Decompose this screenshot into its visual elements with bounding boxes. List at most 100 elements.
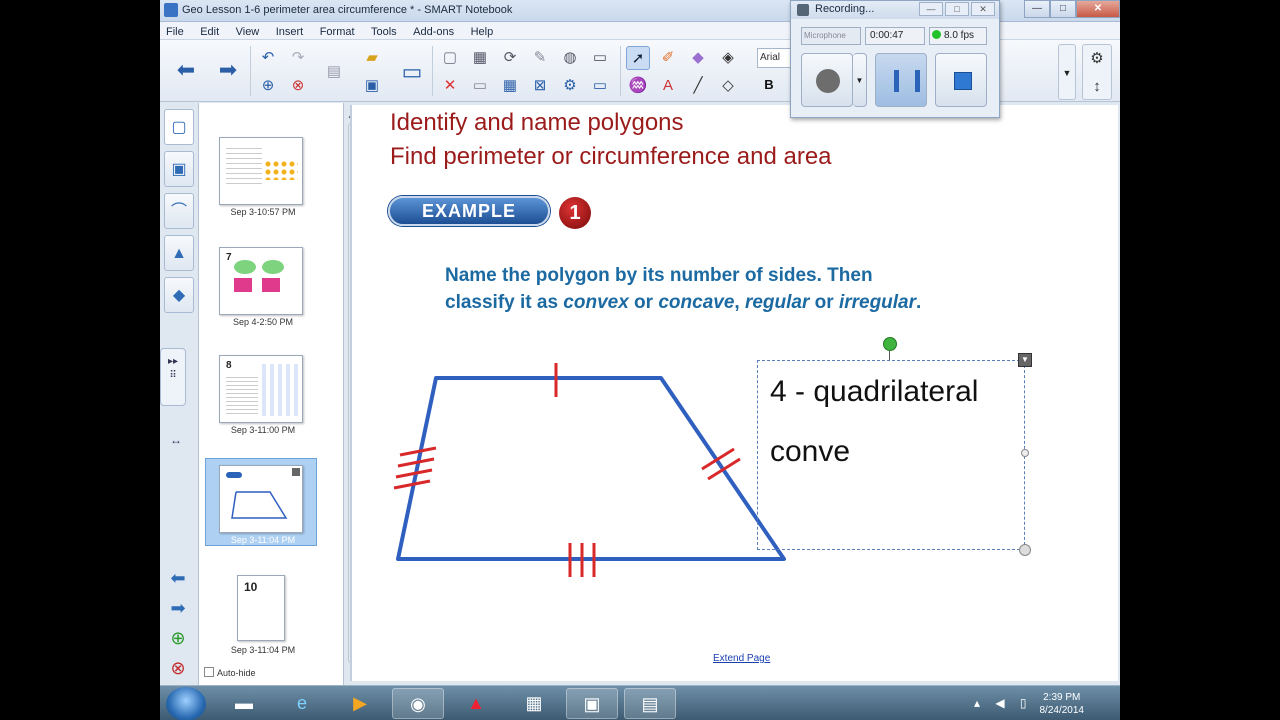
attachments-tab-icon[interactable]: ⌒ xyxy=(164,193,194,229)
autohide-checkbox[interactable]: Auto-hide xyxy=(204,667,256,678)
paste-icon[interactable]: ▤ xyxy=(322,60,346,84)
delete-page-icon[interactable]: ⊗ xyxy=(286,74,310,98)
recorder-close-button[interactable]: ✕ xyxy=(971,2,995,16)
page-thumbnail-selected[interactable] xyxy=(219,465,303,533)
previous-page-arrow-icon[interactable]: ⬅ xyxy=(170,54,202,86)
gallery-tab-icon[interactable]: ▣ xyxy=(164,151,194,187)
clock-time: 2:39 PM xyxy=(1043,692,1081,703)
internet-explorer-taskbar-icon[interactable]: e xyxy=(276,688,328,719)
bold-button[interactable]: B xyxy=(758,74,780,96)
close-button[interactable]: ✕ xyxy=(1076,0,1120,18)
window-title: Geo Lesson 1-6 perimeter area circumfere… xyxy=(182,4,513,16)
stop-button[interactable] xyxy=(935,53,987,107)
globe-icon[interactable]: ◍ xyxy=(558,46,582,70)
answer-line-1: 4 - quadrilateral xyxy=(770,375,979,408)
explorer-taskbar-icon[interactable]: ▬ xyxy=(218,688,270,719)
menu-insert[interactable]: Insert xyxy=(270,23,310,38)
redo-icon[interactable]: ↷ xyxy=(286,46,310,70)
properties-icon[interactable]: ⚙ xyxy=(558,74,582,98)
page-sorter-tab-icon[interactable]: ▢ xyxy=(164,109,194,145)
record-button[interactable] xyxy=(801,53,853,107)
extend-page-link[interactable]: Extend Page xyxy=(713,653,770,664)
smart-notebook-taskbar-icon[interactable]: ▣ xyxy=(566,688,618,719)
record-options-dropdown[interactable]: ▼ xyxy=(853,53,867,107)
save-icon[interactable]: ▣ xyxy=(360,74,384,98)
page-thumbnail[interactable]: 8 xyxy=(219,355,303,423)
answer-text-box[interactable]: 4 - quadrilateral conve ▼ xyxy=(757,353,1032,556)
add-ons-tab-icon[interactable]: ◆ xyxy=(164,277,194,313)
page-thumbnail[interactable]: 7 xyxy=(219,247,303,315)
delete-page-icon[interactable]: ⊗ xyxy=(164,658,192,688)
recorder-maximize-button[interactable]: □ xyxy=(945,2,969,16)
previous-page-icon[interactable]: ⬅ xyxy=(164,568,192,598)
properties-tab-icon[interactable]: ▲ xyxy=(164,235,194,271)
pens-icon[interactable]: ✐ xyxy=(656,46,680,70)
fill-icon[interactable]: ◇ xyxy=(716,74,740,98)
apps-taskbar-icon[interactable]: ▦ xyxy=(508,688,560,719)
open-file-icon[interactable]: ▰ xyxy=(360,46,384,70)
tray-icons[interactable]: ▴ ◀ ▯ xyxy=(974,696,1033,710)
minimize-button[interactable]: — xyxy=(1024,0,1050,18)
recorder-window-controls: — □ ✕ xyxy=(919,2,995,16)
menu-add-ons[interactable]: Add-ons xyxy=(407,23,460,38)
recorder-app-icon xyxy=(797,4,809,16)
resize-handle-corner[interactable] xyxy=(1019,544,1031,556)
display-screen-icon[interactable]: ▭ xyxy=(396,56,428,88)
menu-view[interactable]: View xyxy=(230,23,266,38)
magic-pen-icon[interactable]: ✎ xyxy=(528,46,552,70)
page-number: 8 xyxy=(226,360,232,371)
menu-tools[interactable]: Tools xyxy=(365,23,403,38)
eraser-icon[interactable]: ◆ xyxy=(686,46,710,70)
table-icon[interactable]: ▦ xyxy=(498,74,522,98)
toolbar-move-icon[interactable]: ↕ xyxy=(1083,73,1111,101)
next-page-icon[interactable]: ➡ xyxy=(164,598,192,628)
capture-icon[interactable]: ▦ xyxy=(468,46,492,70)
screen-shade-icon[interactable]: ▢ xyxy=(438,46,462,70)
fps-indicator: 8.0 fps xyxy=(929,27,987,45)
rotate-handle[interactable] xyxy=(883,337,897,351)
whiteboard-page[interactable]: Identify and name polygons Find perimete… xyxy=(350,105,1118,681)
delete-icon[interactable]: ✕ xyxy=(438,74,462,98)
audio-source-select[interactable]: Microphone xyxy=(801,27,861,45)
recorder-window: Recording... — □ ✕ Microphone 0:00:47 8.… xyxy=(790,0,1000,118)
add-page-icon[interactable]: ⊕ xyxy=(256,74,280,98)
toolbar-side-controls: ⚙ ↕ xyxy=(1082,44,1112,100)
start-button[interactable] xyxy=(166,687,206,720)
chrome-taskbar-icon[interactable]: ◉ xyxy=(392,688,444,719)
menu-file[interactable]: File xyxy=(160,23,190,38)
refresh-icon[interactable]: ⟳ xyxy=(498,46,522,70)
next-page-arrow-icon[interactable]: ➡ xyxy=(212,54,244,86)
customize-gear-icon[interactable]: ⚙ xyxy=(1083,45,1111,73)
toolbar-more-dropdown[interactable]: ▼ xyxy=(1058,44,1076,100)
pause-button[interactable] xyxy=(875,53,927,107)
maximize-button[interactable]: □ xyxy=(1050,0,1076,18)
recorder-minimize-button[interactable]: — xyxy=(919,2,943,16)
creative-pen-icon[interactable]: ♒ xyxy=(626,74,650,98)
menu-help[interactable]: Help xyxy=(465,23,500,38)
add-page-icon[interactable]: ⊕ xyxy=(164,628,192,658)
text-icon[interactable]: A xyxy=(656,74,680,98)
thumbnail-shape xyxy=(231,491,288,519)
sidebar-collapse-toggle[interactable]: ▸▸ ⠿ xyxy=(160,348,186,406)
close-box-icon[interactable]: ⊠ xyxy=(528,74,552,98)
menu-format[interactable]: Format xyxy=(314,23,361,38)
select-arrow-icon[interactable]: ➚ xyxy=(626,46,650,70)
page-caption: Sep 3-11:04 PM xyxy=(230,645,296,655)
recorder-taskbar-icon[interactable]: ▤ xyxy=(624,688,676,719)
page-thumbnail[interactable] xyxy=(219,137,303,205)
resize-sidebar-icon[interactable]: ↔ xyxy=(170,433,182,447)
screen-shade-toggle-icon[interactable]: ▭ xyxy=(468,74,492,98)
shapes-icon[interactable]: ◈ xyxy=(716,46,740,70)
monitor-icon[interactable]: ▭ xyxy=(588,46,612,70)
acrobat-taskbar-icon[interactable]: ▲ xyxy=(450,688,502,719)
undo-icon[interactable]: ↶ xyxy=(256,46,280,70)
menu-edit[interactable]: Edit xyxy=(194,23,225,38)
page-thumbnail[interactable]: 10 xyxy=(237,575,285,641)
media-player-taskbar-icon[interactable]: ▶ xyxy=(334,688,386,719)
document-camera-icon[interactable]: ▭ xyxy=(588,74,612,98)
line-icon[interactable]: ╱ xyxy=(686,74,710,98)
resize-handle-right[interactable] xyxy=(1021,449,1029,457)
canvas-area: ▲ Identify and name polygons Find perime… xyxy=(346,103,1120,685)
object-menu-dropdown[interactable]: ▼ xyxy=(1018,353,1032,367)
clock[interactable]: 2:39 PM 8/24/2014 xyxy=(1040,691,1085,717)
